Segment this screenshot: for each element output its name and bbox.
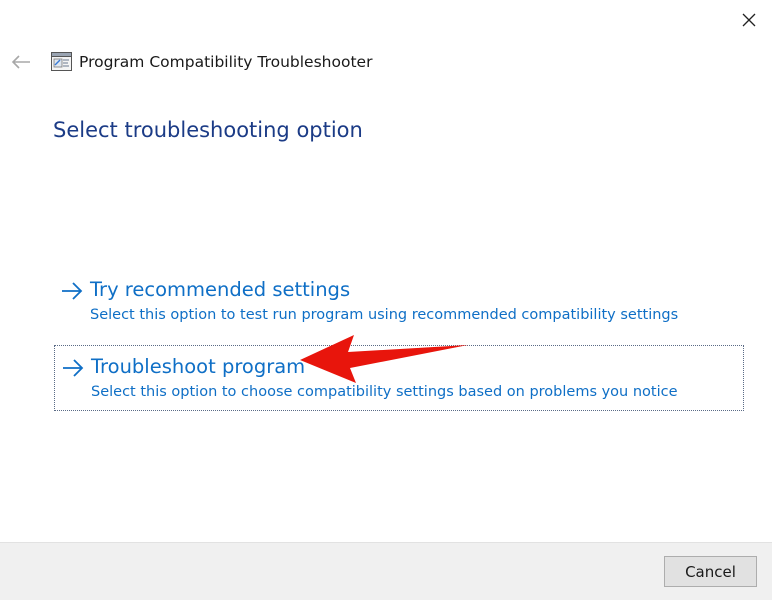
option-try-recommended-settings[interactable]: Try recommended settings Select this opt… [54,276,744,330]
arrow-right-icon [62,282,83,300]
option-title: Troubleshoot program [91,355,306,378]
page-heading: Select troubleshooting option [53,118,363,142]
cancel-button[interactable]: Cancel [664,556,757,587]
troubleshooter-window: Program Compatibility Troubleshooter Sel… [0,0,772,600]
option-description: Select this option to choose compatibili… [91,384,678,400]
back-button[interactable] [8,50,34,74]
option-description: Select this option to test run program u… [90,307,679,323]
back-arrow-icon [11,55,30,69]
troubleshooter-app-icon [51,52,72,71]
option-title: Try recommended settings [90,278,351,301]
arrow-right-icon [63,359,84,377]
window-title: Program Compatibility Troubleshooter [79,53,373,71]
close-button[interactable] [733,4,765,36]
footer-bar: Cancel [0,542,772,600]
close-icon [742,13,756,27]
option-troubleshoot-program[interactable]: Troubleshoot program Select this option … [54,345,744,411]
